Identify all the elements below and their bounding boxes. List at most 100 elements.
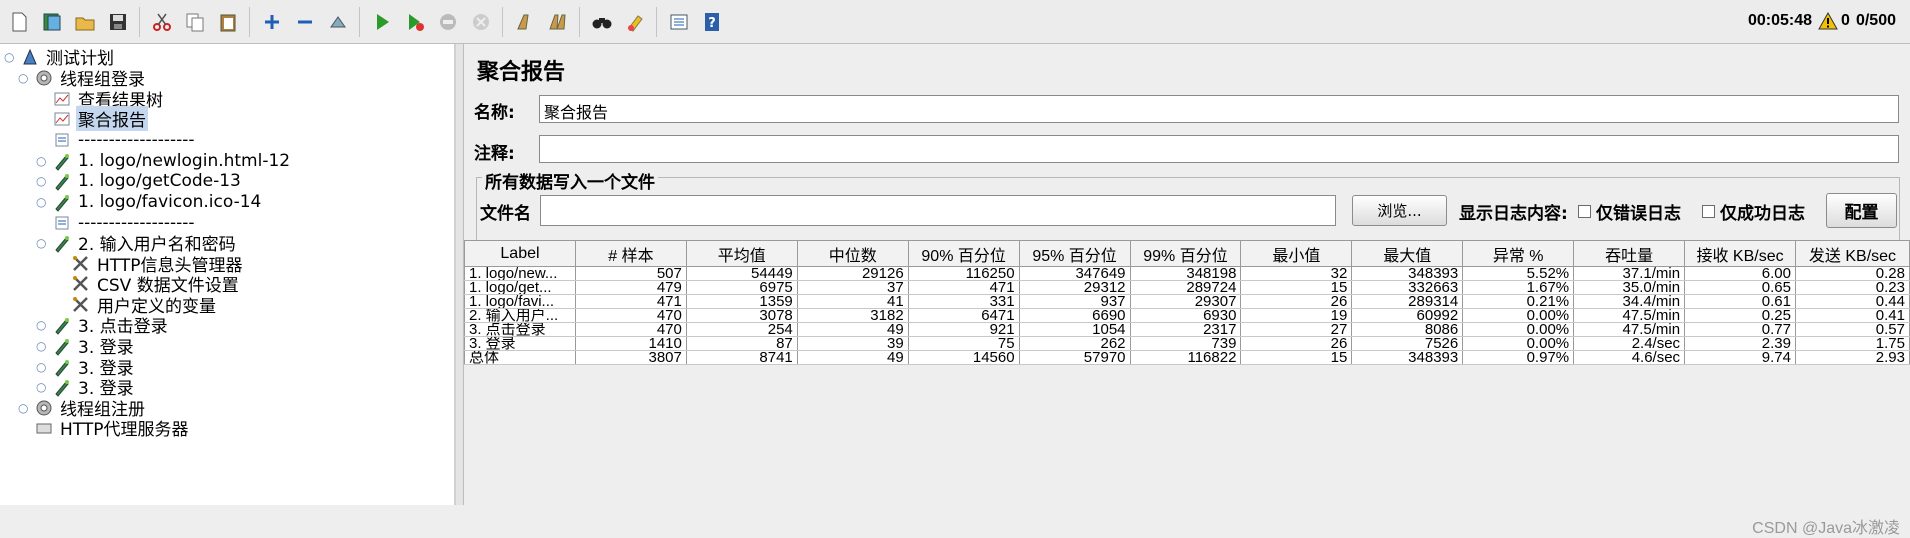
column-header[interactable]: 90% 百分位 — [907, 240, 1020, 267]
success-only-box[interactable] — [1702, 205, 1715, 218]
table-row[interactable]: 3. 点击登录 470 254 49 921 1054 2317 27 8086 0.00% 47.… — [464, 322, 1910, 337]
table-cell: 3078 — [685, 308, 798, 323]
table-cell: 47.5/min — [1573, 322, 1686, 337]
table-cell: 0.77 — [1684, 322, 1796, 337]
table-cell: 0.23 — [1794, 280, 1910, 295]
splitter[interactable] — [455, 44, 464, 505]
name-field[interactable]: 聚合报告 — [539, 95, 1899, 123]
copy-icon[interactable] — [181, 7, 208, 37]
browse-button[interactable]: 浏览... — [1352, 195, 1447, 226]
success-only-checkbox[interactable]: 仅成功日志 — [1702, 199, 1805, 224]
table-cell: 479 — [574, 280, 687, 295]
table-cell: 116250 — [907, 266, 1020, 281]
table-row[interactable]: 总体 3807 8741 49 14560 57970 116822 15 348393 0.97… — [464, 350, 1910, 365]
shutdown-icon[interactable] — [467, 7, 494, 37]
reset-search-icon[interactable] — [621, 7, 648, 37]
table-cell: 0.21% — [1462, 294, 1575, 309]
log-content-label: 显示日志内容: — [1459, 204, 1568, 224]
clear-icon[interactable] — [511, 7, 538, 37]
tree-toggle-icon[interactable]: ○ — [36, 174, 46, 188]
start-icon[interactable] — [368, 7, 395, 37]
open-icon[interactable] — [71, 7, 98, 37]
table-row[interactable]: 1. logo/favi... 471 1359 41 331 937 29307 26 289… — [464, 294, 1910, 309]
collapse-icon[interactable] — [291, 7, 318, 37]
column-header[interactable]: 吞吐量 — [1573, 240, 1686, 267]
row-label-cell: 3. 点击登录 — [464, 322, 576, 337]
column-header[interactable]: # 样本 — [574, 240, 687, 267]
filename-field[interactable] — [540, 195, 1336, 226]
table-cell: 471 — [907, 280, 1020, 295]
toggle-icon[interactable] — [324, 7, 351, 37]
tree-node[interactable]: HTTP代理服务器 — [18, 415, 191, 440]
start-no-pauses-icon[interactable] — [401, 7, 428, 37]
table-cell: 289724 — [1129, 280, 1242, 295]
tree-toggle-icon[interactable]: ○ — [36, 154, 46, 168]
configure-button[interactable]: 配置 — [1826, 193, 1897, 228]
clear-all-icon[interactable] — [544, 7, 571, 37]
table-row[interactable]: 2. 输入用户... 470 3078 3182 6471 6690 6930 19 60992… — [464, 308, 1910, 323]
table-cell: 921 — [907, 322, 1020, 337]
table-cell: 348393 — [1351, 350, 1464, 365]
table-cell: 470 — [574, 308, 687, 323]
row-label-cell: 3. 登录 — [464, 336, 576, 351]
tree-toggle-icon[interactable]: ○ — [36, 318, 46, 332]
comment-field[interactable] — [539, 135, 1899, 163]
expand-icon[interactable] — [258, 7, 285, 37]
errors-only-box[interactable] — [1578, 205, 1591, 218]
toolbar-separator — [359, 6, 360, 37]
table-cell: 7526 — [1351, 336, 1464, 351]
tree-toggle-icon[interactable]: ○ — [36, 380, 46, 394]
table-cell: 41 — [796, 294, 909, 309]
tree-node-label: 1. logo/getCode-13 — [78, 170, 241, 191]
table-cell: 49 — [796, 322, 909, 337]
column-header[interactable]: 最大值 — [1351, 240, 1464, 267]
tree-toggle-icon[interactable]: ○ — [4, 50, 14, 64]
tree-toggle-icon[interactable]: ○ — [36, 195, 46, 209]
column-header[interactable]: 平均值 — [685, 240, 798, 267]
errors-only-checkbox[interactable]: 仅错误日志 — [1578, 199, 1681, 224]
test-plan-icon — [20, 47, 40, 67]
stop-icon[interactable] — [434, 7, 461, 37]
table-row[interactable]: 1. logo/get... 479 6975 37 471 29312 289724 15 3… — [464, 280, 1910, 295]
column-header[interactable]: 95% 百分位 — [1018, 240, 1131, 267]
tree-node-label: 1. logo/favicon.ico-14 — [78, 191, 262, 212]
help-icon[interactable]: ? — [698, 7, 725, 37]
save-icon[interactable] — [104, 7, 131, 37]
table-cell: 0.00% — [1462, 336, 1575, 351]
controller-icon — [52, 130, 72, 150]
toolbar-separator — [656, 6, 657, 37]
templates-icon[interactable] — [38, 7, 65, 37]
tree-toggle-icon[interactable]: ○ — [36, 360, 46, 374]
function-helper-icon[interactable] — [665, 7, 692, 37]
table-row[interactable]: 1. logo/new... 507 54449 29126 116250 347649 3… — [464, 266, 1910, 281]
column-header[interactable]: 发送 KB/sec — [1794, 240, 1910, 267]
row-label-cell: 总体 — [464, 350, 576, 365]
column-header[interactable]: 99% 百分位 — [1129, 240, 1242, 267]
column-header[interactable]: 异常 % — [1462, 240, 1575, 267]
table-cell: 39 — [796, 336, 909, 351]
sampler-icon — [52, 171, 72, 191]
tree-toggle-icon[interactable]: ○ — [18, 401, 28, 415]
column-header[interactable]: 最小值 — [1240, 240, 1353, 267]
table-cell: 507 — [574, 266, 687, 281]
table-cell: 6690 — [1018, 308, 1131, 323]
paste-icon[interactable] — [214, 7, 241, 37]
table-cell: 57970 — [1018, 350, 1131, 365]
table-cell: 1410 — [574, 336, 687, 351]
row-label-cell: 1. logo/new... — [464, 266, 576, 281]
cut-icon[interactable] — [148, 7, 175, 37]
search-icon[interactable] — [588, 7, 615, 37]
column-header[interactable]: 接收 KB/sec — [1684, 240, 1796, 267]
tree-toggle-icon[interactable]: ○ — [18, 71, 28, 85]
table-row[interactable]: 3. 登录 1410 87 39 75 262 739 26 7526 0.00% 2.4/sec 2… — [464, 336, 1910, 351]
new-icon[interactable] — [5, 7, 32, 37]
column-header[interactable]: 中位数 — [796, 240, 909, 267]
warning-icon[interactable] — [1818, 12, 1838, 30]
tree-toggle-icon[interactable]: ○ — [36, 339, 46, 353]
table-body: 1. logo/new... 507 54449 29126 116250 347649 3… — [464, 266, 1910, 365]
tree-toggle-icon[interactable]: ○ — [36, 236, 46, 250]
warning-count: 0 — [1841, 12, 1850, 29]
sampler-icon — [52, 315, 72, 335]
table-cell: 75 — [907, 336, 1020, 351]
column-header[interactable]: Label — [464, 240, 576, 267]
